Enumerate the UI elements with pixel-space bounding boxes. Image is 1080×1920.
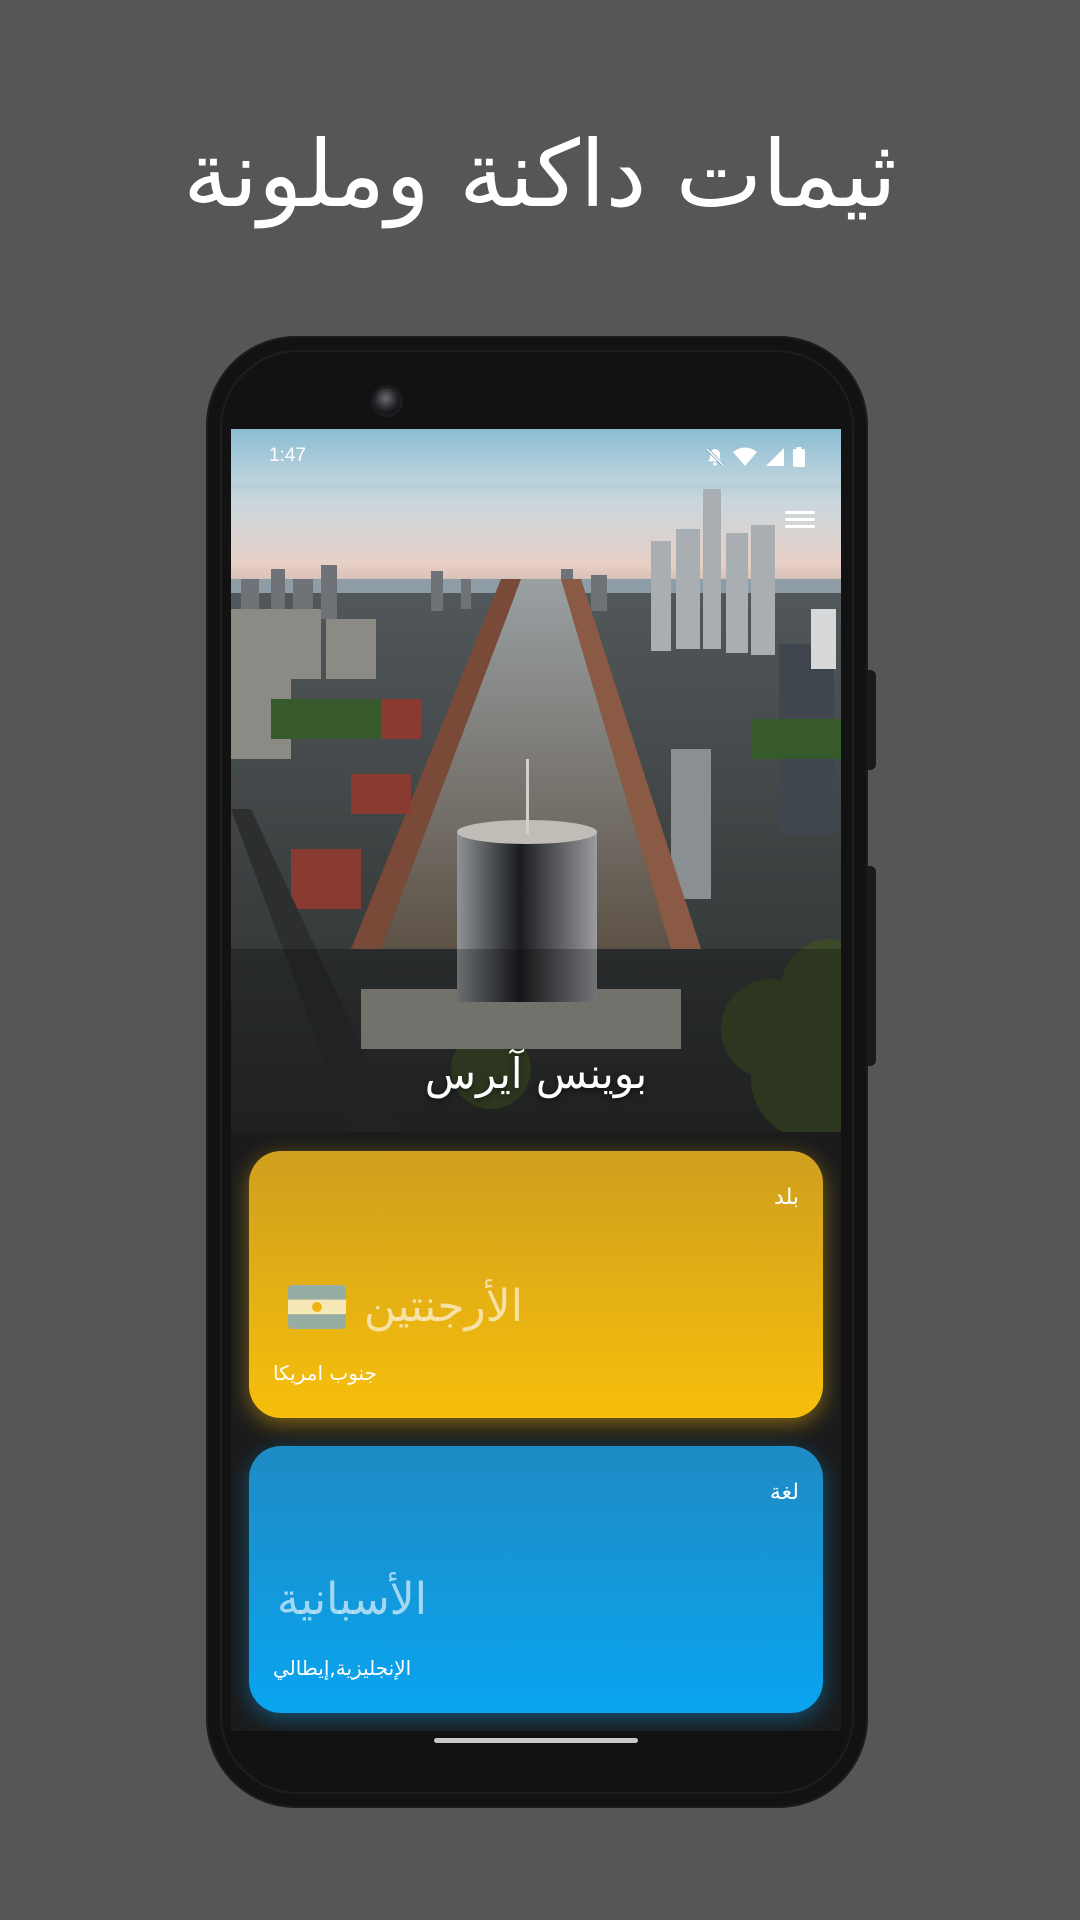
city-photo <box>231 429 841 1132</box>
language-card-label: لغة <box>769 1480 799 1505</box>
country-value: الأرجنتين <box>287 1281 523 1332</box>
phone-frame: 1:47 بوينس آيرس بلد الأرجنتين جنوب امريك… <box>206 336 876 1808</box>
country-region: جنوب امريكا <box>273 1361 377 1385</box>
menu-line <box>785 525 815 528</box>
promo-headline: ثيمات داكنة وملونة <box>183 121 897 228</box>
battery-icon <box>793 447 805 467</box>
country-card[interactable]: بلد الأرجنتين جنوب امريكا <box>249 1151 823 1418</box>
volume-button <box>866 866 876 1066</box>
hamburger-menu-icon[interactable] <box>785 507 815 535</box>
power-button <box>866 670 876 770</box>
notifications-off-icon <box>705 447 725 467</box>
language-value: الأسبانية <box>277 1574 427 1625</box>
language-name: الأسبانية <box>277 1574 427 1625</box>
argentina-flag-icon <box>287 1284 346 1329</box>
city-title: بوينس آيرس <box>424 1049 648 1098</box>
front-camera <box>374 388 400 414</box>
navigation-bar <box>231 1731 841 1755</box>
country-name: الأرجنتين <box>363 1281 523 1332</box>
promo-page: ثيمات داكنة وملونة 1:47 بوينس آيرس بلد ا… <box>0 0 1080 1920</box>
status-bar: 1:47 <box>231 429 841 483</box>
other-languages: الإنجليزية,إيطالي <box>273 1656 412 1680</box>
app-screen: 1:47 بوينس آيرس بلد الأرجنتين جنوب امريك… <box>231 429 841 1755</box>
language-card[interactable]: لغة الأسبانية الإنجليزية,إيطالي <box>249 1446 823 1713</box>
status-icons <box>705 446 805 468</box>
status-time: 1:47 <box>269 445 306 466</box>
country-card-label: بلد <box>774 1185 799 1210</box>
cellular-signal-icon <box>766 448 784 466</box>
menu-line <box>785 518 815 521</box>
home-indicator[interactable] <box>434 1738 638 1743</box>
menu-line <box>785 511 815 514</box>
city-hero-image: 1:47 بوينس آيرس <box>231 429 841 1132</box>
wifi-icon <box>733 447 757 466</box>
